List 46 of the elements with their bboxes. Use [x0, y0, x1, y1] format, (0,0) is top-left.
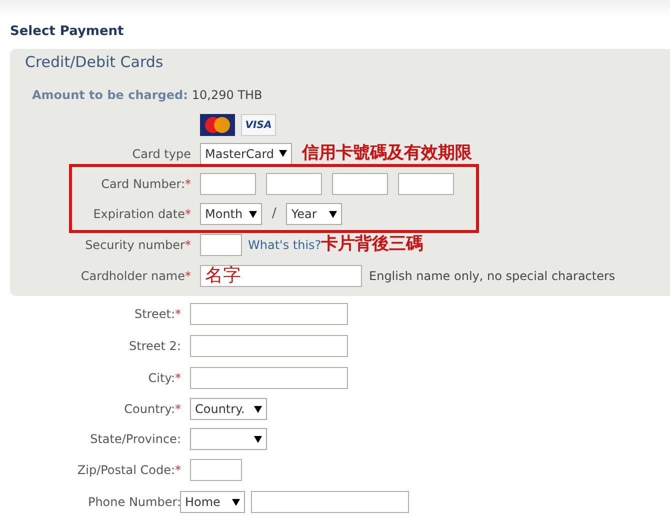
- field-label: Expiration date*: [93, 207, 191, 221]
- field-label: Phone Number:: [88, 495, 181, 509]
- card-number-field[interactable]: [398, 173, 454, 195]
- annotation-text: 信用卡號碼及有效期限: [302, 142, 472, 165]
- text-field[interactable]: 名字: [200, 265, 362, 287]
- text-field[interactable]: [190, 335, 348, 357]
- phone-type-select[interactable]: Home: [180, 491, 245, 513]
- amount-value: 10,290 THB: [192, 87, 262, 104]
- field-label: Cardholder name*: [80, 269, 191, 283]
- caret-icon: [329, 210, 338, 218]
- phone-number-field[interactable]: [251, 491, 409, 513]
- card-number-field[interactable]: [200, 173, 256, 195]
- annotation-text: 卡片背後三碼: [321, 232, 424, 256]
- caret-icon: [249, 210, 257, 218]
- field-label: Country:*: [124, 402, 181, 416]
- security-number-field[interactable]: [200, 234, 242, 256]
- panel-heading: Credit/Debit Cards: [25, 53, 164, 71]
- caret-icon: [254, 436, 262, 442]
- caret-icon: [279, 150, 287, 157]
- dropdown-select[interactable]: [190, 428, 267, 450]
- field-label: Street:*: [134, 307, 181, 321]
- whats-this-link[interactable]: What's this?: [248, 236, 322, 254]
- dropdown-select[interactable]: MasterCard: [200, 142, 292, 164]
- field-label: Card Number:*: [101, 177, 191, 191]
- visa-logo: VISA: [241, 114, 276, 136]
- dropdown-select[interactable]: Country.: [190, 398, 267, 420]
- field-label: State/Province:: [90, 432, 181, 446]
- field-label: Card type: [132, 146, 191, 160]
- card-number-field[interactable]: [332, 173, 388, 195]
- amount-label: Amount to be charged:: [32, 87, 188, 104]
- card-logo-icon: [200, 114, 235, 136]
- field-label: Security number*: [85, 238, 191, 252]
- caret-icon: [232, 498, 240, 506]
- month-select[interactable]: Month: [200, 203, 262, 225]
- card-number-field[interactable]: [266, 173, 322, 195]
- year-select[interactable]: Year: [286, 203, 342, 225]
- date-separator: /: [272, 205, 276, 224]
- field-label: Zip/Postal Code:*: [77, 463, 181, 477]
- page-title: Select Payment: [10, 23, 124, 41]
- field-label: City:*: [148, 371, 181, 385]
- zip-field[interactable]: [190, 459, 242, 481]
- hint-text: English name only, no special characters: [369, 268, 616, 285]
- field-label: Street 2:: [129, 339, 181, 353]
- text-field[interactable]: [190, 367, 348, 389]
- text-field[interactable]: [190, 303, 348, 325]
- caret-icon: [254, 406, 262, 412]
